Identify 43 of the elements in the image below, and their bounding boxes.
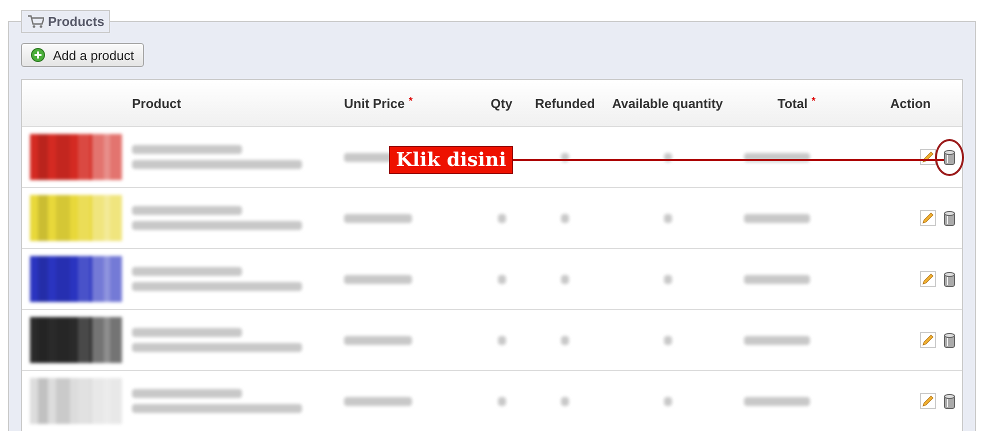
delete-icon[interactable] — [944, 210, 955, 226]
column-header: Refunded — [535, 96, 595, 110]
delete-icon[interactable] — [944, 150, 955, 164]
blurred-text — [561, 274, 569, 284]
required-mark: * — [408, 96, 413, 108]
blurred-text — [344, 336, 412, 344]
blurred-text — [664, 396, 672, 406]
blurred-text — [561, 336, 569, 344]
blurred-text — [344, 214, 412, 222]
blurred-text — [344, 396, 412, 406]
column-header: Product — [132, 96, 182, 110]
blurred-text — [561, 396, 569, 406]
delete-icon[interactable] — [944, 394, 955, 408]
blurred-text — [744, 336, 810, 344]
blurred-text — [664, 274, 672, 284]
panel-title: Products — [48, 14, 104, 29]
cart-icon — [28, 15, 44, 28]
delete-icon[interactable] — [944, 332, 955, 348]
blurred-text — [744, 396, 810, 406]
annotation-label: Klik disini — [389, 146, 514, 174]
blurred-text — [344, 274, 412, 284]
blurred-text — [744, 214, 810, 222]
blurred-text — [561, 214, 569, 222]
blurred-text — [498, 274, 506, 284]
column-header: Unit Price — [344, 96, 405, 110]
column-header: Qty — [490, 96, 512, 110]
blurred-text — [498, 396, 506, 406]
blurred-text — [744, 274, 810, 284]
edit-icon[interactable] — [920, 210, 936, 226]
column-header: Action — [890, 96, 931, 110]
edit-icon[interactable] — [920, 271, 936, 287]
blurred-text — [664, 336, 672, 344]
column-header: Available quantity — [612, 96, 723, 110]
delete-icon[interactable] — [944, 272, 955, 286]
edit-icon[interactable] — [920, 332, 936, 348]
add-product-button[interactable]: Add a product — [21, 43, 144, 67]
add-icon — [31, 48, 45, 62]
blurred-text — [498, 336, 506, 344]
required-mark: * — [812, 96, 816, 108]
blurred-text — [664, 214, 672, 222]
column-header: Total — [778, 96, 808, 110]
edit-icon[interactable] — [920, 393, 936, 409]
blurred-text — [498, 214, 506, 222]
